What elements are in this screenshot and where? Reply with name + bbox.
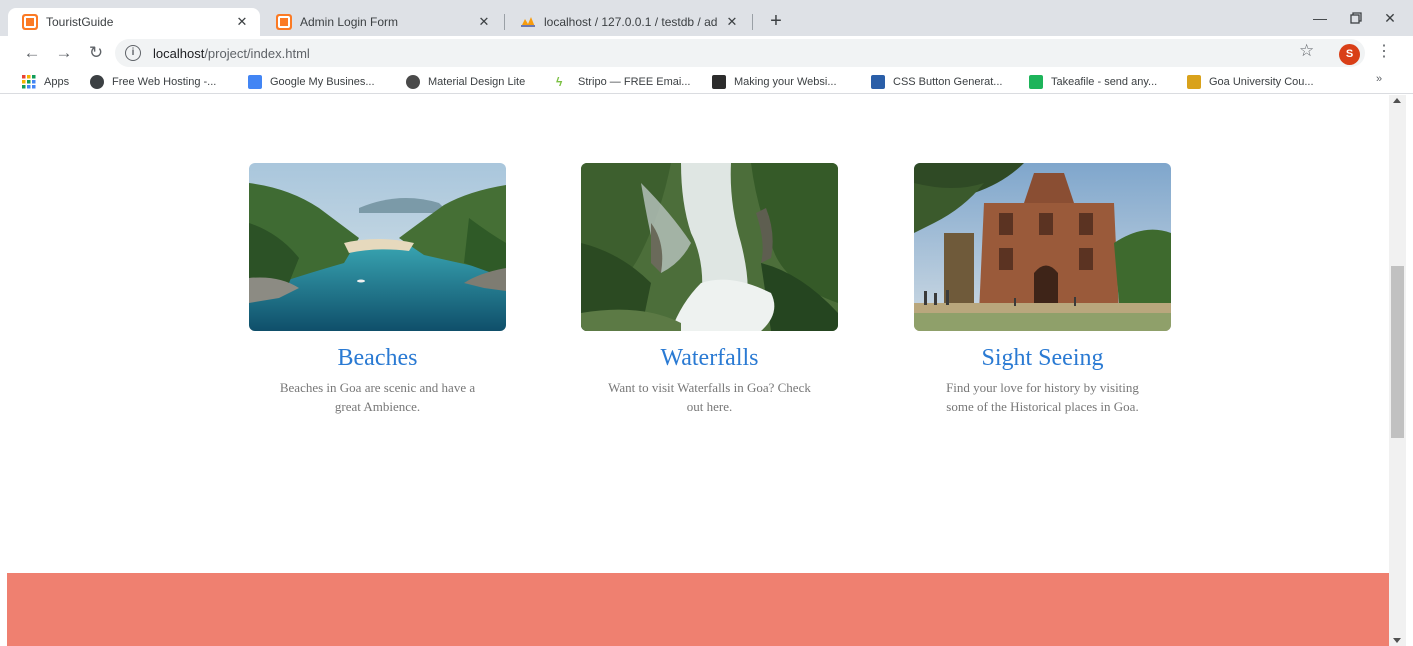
url-host: localhost bbox=[153, 46, 205, 61]
profile-avatar[interactable]: S bbox=[1339, 44, 1360, 65]
card-description: Want to visit Waterfalls in Goa? Check o… bbox=[608, 380, 811, 414]
bookmarks-overflow-button[interactable]: » bbox=[1376, 73, 1382, 85]
bookmark-label: CSS Button Generat... bbox=[893, 76, 1003, 88]
address-bar[interactable]: i localhost/project/index.html bbox=[115, 39, 1365, 67]
bookmark-label: Making your Websi... bbox=[734, 76, 837, 88]
browser-toolbar: ← → ↻ i localhost/project/index.html ☆ S… bbox=[0, 36, 1413, 70]
bookmark-star-icon[interactable]: ☆ bbox=[1299, 41, 1314, 61]
bookmark-apps[interactable]: Apps bbox=[22, 73, 69, 91]
tab-title: Admin Login Form bbox=[300, 15, 399, 29]
xampp-icon bbox=[276, 14, 292, 30]
back-icon[interactable]: ← bbox=[20, 41, 44, 65]
xampp-icon bbox=[22, 14, 38, 30]
card-waterfalls: Waterfalls Want to visit Waterfalls in G… bbox=[581, 163, 838, 416]
bookmark-material-design-lite[interactable]: Material Design Lite bbox=[406, 73, 525, 91]
bookmark-label: Apps bbox=[44, 76, 70, 88]
info-icon[interactable]: i bbox=[125, 45, 141, 61]
globe-icon bbox=[90, 75, 104, 89]
scroll-down-arrow-icon[interactable] bbox=[1393, 638, 1401, 643]
close-icon[interactable]: ✕ bbox=[724, 14, 740, 30]
restore-icon[interactable] bbox=[1344, 6, 1368, 30]
bookmark-goa-university[interactable]: Goa University Cou... bbox=[1187, 73, 1314, 91]
bookmark-making-your-website[interactable]: Making your Websi... bbox=[712, 73, 837, 91]
forward-icon[interactable]: → bbox=[52, 41, 76, 65]
bookmark-label: Free Web Hosting -... bbox=[112, 76, 217, 88]
apps-grid-icon bbox=[22, 75, 36, 89]
google-my-business-icon bbox=[248, 75, 262, 89]
css-button-icon bbox=[871, 75, 885, 89]
goa-university-icon bbox=[1187, 75, 1201, 89]
card-description: Beaches in Goa are scenic and have a gre… bbox=[279, 380, 476, 414]
close-icon[interactable]: ✕ bbox=[234, 14, 250, 30]
bookmark-label: Stripo — FREE Emai... bbox=[578, 76, 691, 88]
page-scrollbar[interactable] bbox=[1389, 95, 1406, 646]
minimize-icon[interactable]: — bbox=[1308, 6, 1332, 30]
tab-admin-login[interactable]: Admin Login Form ✕ bbox=[262, 8, 502, 36]
url-text[interactable]: localhost/project/index.html bbox=[153, 46, 310, 61]
tab-strip: TouristGuide ✕ Admin Login Form ✕ localh… bbox=[0, 0, 1413, 36]
bookmark-takeafile[interactable]: Takeafile - send any... bbox=[1029, 73, 1157, 91]
bookmarks-bar: Apps Free Web Hosting -... Google My Bus… bbox=[0, 70, 1413, 94]
bookmark-label: Material Design Lite bbox=[428, 76, 526, 88]
card-title[interactable]: Sight Seeing bbox=[914, 345, 1171, 372]
bookmark-stripo[interactable]: ϟ Stripo — FREE Emai... bbox=[556, 73, 690, 91]
bookmark-label: Takeafile - send any... bbox=[1051, 76, 1158, 88]
scrollbar-thumb[interactable] bbox=[1391, 266, 1404, 438]
church-photo[interactable] bbox=[914, 163, 1171, 331]
card-title[interactable]: Beaches bbox=[249, 345, 506, 372]
tab-separator bbox=[504, 14, 505, 30]
page-viewport: Beaches Beaches in Goa are scenic and ha… bbox=[0, 95, 1413, 646]
card-description: Find your love for history by visiting s… bbox=[946, 380, 1139, 414]
material-design-icon bbox=[406, 75, 420, 89]
card-sight-seeing: Sight Seeing Find your love for history … bbox=[914, 163, 1171, 416]
tab-phpmyadmin[interactable]: localhost / 127.0.0.1 / testdb / ad ✕ bbox=[506, 8, 750, 36]
card-title[interactable]: Waterfalls bbox=[581, 345, 838, 372]
close-window-icon[interactable]: ✕ bbox=[1378, 6, 1402, 30]
ih-icon bbox=[712, 75, 726, 89]
url-path: /project/index.html bbox=[204, 46, 310, 61]
card-beaches: Beaches Beaches in Goa are scenic and ha… bbox=[249, 163, 506, 416]
scroll-up-arrow-icon[interactable] bbox=[1393, 98, 1401, 103]
beach-photo[interactable] bbox=[249, 163, 506, 331]
stripo-icon: ϟ bbox=[556, 75, 563, 89]
tab-title: TouristGuide bbox=[46, 15, 114, 29]
waterfall-photo[interactable] bbox=[581, 163, 838, 331]
bookmark-label: Google My Busines... bbox=[270, 76, 375, 88]
bookmark-css-button-generator[interactable]: CSS Button Generat... bbox=[871, 73, 1002, 91]
reload-icon[interactable]: ↻ bbox=[84, 41, 108, 65]
new-tab-button[interactable]: + bbox=[764, 10, 788, 34]
tab-title: localhost / 127.0.0.1 / testdb / ad bbox=[544, 15, 718, 29]
tab-touristguide[interactable]: TouristGuide ✕ bbox=[8, 8, 260, 36]
tab-separator bbox=[752, 14, 753, 30]
footer-band bbox=[7, 573, 1389, 646]
bookmark-label: Goa University Cou... bbox=[1209, 76, 1314, 88]
close-icon[interactable]: ✕ bbox=[476, 14, 492, 30]
takeafile-icon bbox=[1029, 75, 1043, 89]
bookmark-free-web-hosting[interactable]: Free Web Hosting -... bbox=[90, 73, 216, 91]
phpmyadmin-icon bbox=[520, 14, 536, 30]
menu-icon[interactable]: ⋮ bbox=[1376, 41, 1392, 61]
bookmark-google-my-business[interactable]: Google My Busines... bbox=[248, 73, 375, 91]
